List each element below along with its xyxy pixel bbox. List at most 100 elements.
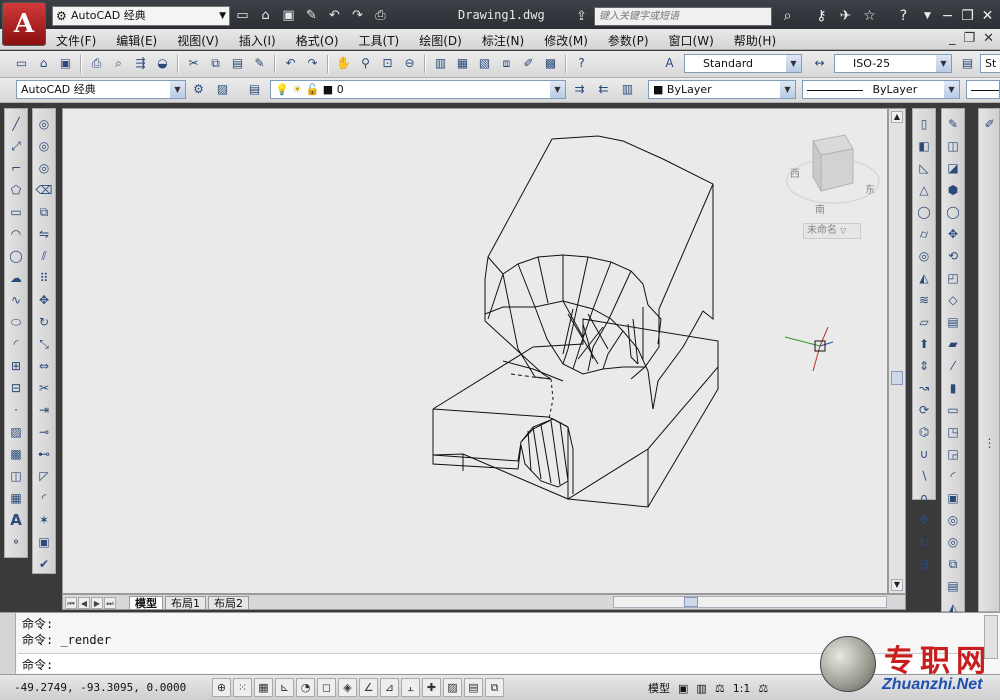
lineweight-select[interactable] xyxy=(966,80,1000,99)
next-tab-icon[interactable]: ▶ xyxy=(91,597,103,609)
point-icon[interactable]: · xyxy=(7,401,26,420)
tab-layout2[interactable]: 布局2 xyxy=(208,596,249,610)
wedge-icon[interactable]: ◺ xyxy=(915,159,934,178)
snap-mode-icon[interactable]: ⁙ xyxy=(233,678,252,697)
undo-icon[interactable]: ↶ xyxy=(281,54,300,73)
imprint-icon[interactable]: ◳ xyxy=(944,423,963,442)
sweep-icon[interactable]: ↝ xyxy=(915,379,934,398)
free-orbit-icon[interactable]: ◎ xyxy=(35,137,54,156)
revision-cloud-icon[interactable]: ☁ xyxy=(7,269,26,288)
join-icon[interactable]: ⊷ xyxy=(35,445,54,464)
viewcube-west[interactable]: 西 xyxy=(790,165,800,180)
slice-icon[interactable]: ▰ xyxy=(944,335,963,354)
sheet-set-icon[interactable]: ⧈ xyxy=(497,54,516,73)
3d-print-icon[interactable]: ◒ xyxy=(153,54,172,73)
fillet-icon[interactable]: ◜ xyxy=(35,489,54,508)
application-menu-button[interactable]: A xyxy=(2,2,46,46)
scroll-up-icon[interactable]: ▲ xyxy=(891,111,903,123)
match-properties-icon[interactable]: ✎ xyxy=(250,54,269,73)
dim-style-select[interactable]: ISO-25 ▼ xyxy=(834,54,952,73)
3d-align-icon[interactable]: ⇶ xyxy=(915,555,934,574)
doc-close-icon[interactable]: ✕ xyxy=(983,31,994,46)
erase-icon[interactable]: ⌫ xyxy=(35,181,54,200)
polygon-icon[interactable]: ⬠ xyxy=(7,181,26,200)
insert-block-icon[interactable]: ⊞ xyxy=(7,357,26,376)
zoom-window-icon[interactable]: ⊡ xyxy=(378,54,397,73)
menu-item[interactable]: 编辑(E) xyxy=(116,32,157,49)
cone-icon[interactable]: △ xyxy=(915,181,934,200)
viewcube-south[interactable]: 南 xyxy=(815,201,825,216)
pan-icon[interactable]: ✋ xyxy=(334,54,353,73)
solid-box-icon[interactable]: ▣ xyxy=(35,533,54,552)
flatshot-icon[interactable]: ◫ xyxy=(944,137,963,156)
binoculars-icon[interactable]: ⌕ xyxy=(778,7,797,26)
doc-minimize-icon[interactable]: _ xyxy=(949,31,956,46)
split-face-icon[interactable]: ◇ xyxy=(944,291,963,310)
ellipse-icon[interactable]: ⬭ xyxy=(7,313,26,332)
arc-icon[interactable]: ◠ xyxy=(7,225,26,244)
make-current-icon[interactable]: ⇉ xyxy=(570,80,589,99)
chamfer-icon[interactable]: ◸ xyxy=(35,467,54,486)
polysolid-icon[interactable]: ▯ xyxy=(915,115,934,134)
spline-icon[interactable]: ∿ xyxy=(7,291,26,310)
saveas-icon[interactable]: ✎ xyxy=(302,6,321,25)
multiline-text-icon[interactable]: A xyxy=(7,511,26,530)
plot-icon[interactable]: ⎙ xyxy=(371,6,390,25)
redo-icon[interactable]: ↷ xyxy=(348,6,367,25)
scroll-thumb[interactable] xyxy=(684,597,698,607)
workspace-save-icon[interactable]: ▨ xyxy=(213,80,232,99)
thicken-icon[interactable]: ▭ xyxy=(944,401,963,420)
dynamic-input-icon[interactable]: ⫠ xyxy=(401,678,420,697)
3d-move-icon[interactable]: ✥ xyxy=(915,511,934,530)
brush-icon[interactable]: ✎ xyxy=(944,115,963,134)
menu-item[interactable]: 窗口(W) xyxy=(669,32,714,49)
annotation-visibility-icon[interactable]: ⚖ xyxy=(758,682,768,695)
horizontal-scrollbar[interactable] xyxy=(613,596,887,608)
object-snap-icon[interactable]: ◻ xyxy=(317,678,336,697)
menu-item[interactable]: 修改(M) xyxy=(544,32,588,49)
scroll-down-icon[interactable]: ▼ xyxy=(891,579,903,591)
open-icon[interactable]: ⌂ xyxy=(256,6,275,25)
text-style-icon[interactable]: A xyxy=(660,54,679,73)
hatch-icon[interactable]: ▨ xyxy=(7,423,26,442)
helix-icon[interactable]: ≋ xyxy=(915,291,934,310)
quick-properties-icon[interactable]: ▤ xyxy=(464,678,483,697)
menu-item[interactable]: 帮助(H) xyxy=(734,32,776,49)
check-icon[interactable]: ✔ xyxy=(35,555,54,574)
refine-mesh-icon[interactable]: ⟲ xyxy=(944,247,963,266)
first-tab-icon[interactable]: ⏮ xyxy=(65,597,77,609)
cylinder-icon[interactable]: ⌭ xyxy=(915,225,934,244)
mesh-sphere-icon[interactable]: ◯ xyxy=(944,203,963,222)
quick-view-drawings-icon[interactable]: ▥ xyxy=(696,682,706,695)
layer-select[interactable]: 💡 ☀ 🔓 ■ 0 ▼ xyxy=(270,80,566,99)
object-snap-tracking-icon[interactable]: ∠ xyxy=(359,678,378,697)
subtract-icon[interactable]: ∖ xyxy=(915,467,934,486)
design-center-icon[interactable]: ▦ xyxy=(453,54,472,73)
menu-item[interactable]: 插入(I) xyxy=(239,32,276,49)
menu-item[interactable]: 参数(P) xyxy=(608,32,649,49)
quick-view-layouts-icon[interactable]: ▣ xyxy=(678,682,688,695)
infer-constraints-icon[interactable]: ⊕ xyxy=(212,678,231,697)
explode-icon[interactable]: ✶ xyxy=(35,511,54,530)
menu-item[interactable]: 标注(N) xyxy=(482,32,524,49)
scale-icon[interactable]: ⤡ xyxy=(35,335,54,354)
menu-item[interactable]: 绘图(D) xyxy=(419,32,462,49)
circle-icon[interactable]: ◯ xyxy=(7,247,26,266)
break-icon[interactable]: ⊸ xyxy=(35,423,54,442)
search-input[interactable]: 键入关键字或短语 xyxy=(594,7,772,26)
crease-icon[interactable]: ◰ xyxy=(944,269,963,288)
color-faces-icon[interactable]: ▤ xyxy=(944,577,963,596)
torus-icon[interactable]: ◎ xyxy=(915,247,934,266)
line-icon[interactable]: ╱ xyxy=(7,115,26,134)
polyline-icon[interactable]: ⌐ xyxy=(7,159,26,178)
cut-icon[interactable]: ✂ xyxy=(184,54,203,73)
gradient-icon[interactable]: ▩ xyxy=(7,445,26,464)
markup-icon[interactable]: ✐ xyxy=(519,54,538,73)
union-icon[interactable]: ∪ xyxy=(915,445,934,464)
communication-center-icon[interactable]: ✈ xyxy=(836,7,855,26)
vertical-scrollbar[interactable]: ▲ ▼ xyxy=(888,108,906,594)
mirror-icon[interactable]: ⇋ xyxy=(35,225,54,244)
paint-icon[interactable]: ✐ xyxy=(980,115,999,134)
properties-icon[interactable]: ▥ xyxy=(431,54,450,73)
dynamic-ucs-icon[interactable]: ⊿ xyxy=(380,678,399,697)
